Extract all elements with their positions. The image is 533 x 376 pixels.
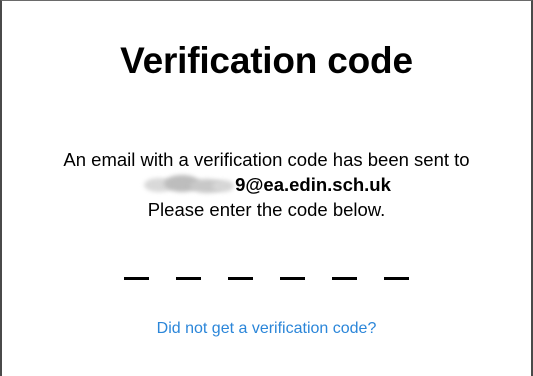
verification-message: An email with a verification code has be… [2, 147, 531, 222]
email-visible-part: 9@ea.edin.sch.uk [235, 174, 391, 195]
message-line-1: An email with a verification code has be… [63, 149, 470, 170]
verification-dialog: Verification code An email with a verifi… [0, 0, 533, 376]
message-line-3: Please enter the code below. [147, 199, 386, 220]
resend-code-link[interactable]: Did not get a verification code? [2, 319, 531, 339]
code-digit-2[interactable] [176, 254, 201, 284]
code-digit-5[interactable] [332, 254, 357, 284]
page-title: Verification code [120, 40, 413, 81]
code-digit-3[interactable] [228, 254, 253, 284]
redacted-email-blur [142, 175, 235, 193]
verification-code-input [2, 254, 531, 284]
code-digit-1[interactable] [124, 254, 149, 284]
code-digit-4[interactable] [280, 254, 305, 284]
recipient-email: 9@ea.edin.sch.uk [2, 172, 531, 197]
code-digit-6[interactable] [384, 254, 409, 284]
